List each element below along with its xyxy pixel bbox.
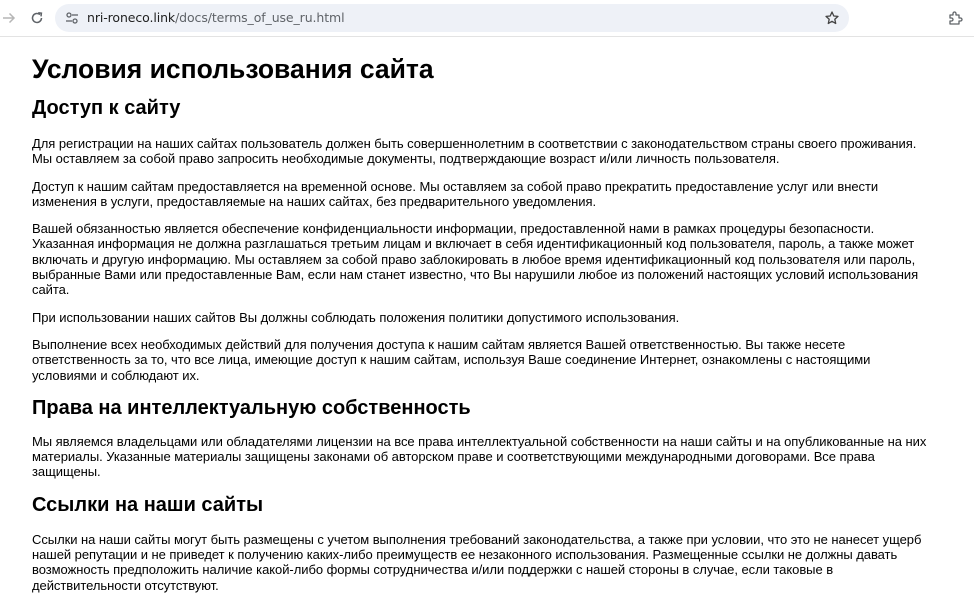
reload-icon	[31, 12, 43, 24]
arrow-right-icon	[3, 12, 16, 24]
star-icon	[825, 11, 839, 25]
section-heading-intellectual-property: Права на интеллектуальную собственность	[32, 396, 471, 419]
access-paragraph-4: При использовании наших сайтов Вы должны…	[32, 309, 680, 325]
access-paragraph-3: Вашей обязанностью является обеспечение …	[32, 221, 919, 298]
browser-toolbar: nri-roneco.link/docs/terms_of_use_ru.htm…	[0, 0, 974, 37]
extensions-button[interactable]	[942, 5, 968, 31]
access-paragraph-5: Выполнение всех необходимых действий для…	[32, 336, 871, 383]
url-text[interactable]: nri-roneco.link/docs/terms_of_use_ru.htm…	[87, 10, 345, 26]
reload-button[interactable]	[24, 5, 50, 31]
puzzle-icon	[949, 11, 963, 25]
forward-button[interactable]	[0, 5, 22, 31]
site-info-icon[interactable]	[63, 9, 81, 27]
url-host: nri-roneco.link	[87, 10, 176, 25]
access-paragraph-1: Для регистрации на наших сайтах пользова…	[32, 136, 917, 167]
bookmark-star-button[interactable]	[819, 5, 845, 31]
address-bar[interactable]: nri-roneco.link/docs/terms_of_use_ru.htm…	[55, 4, 849, 32]
links-paragraph-1: Ссылки на наши сайты могут быть размещен…	[32, 531, 922, 593]
section-heading-access: Доступ к сайту	[32, 97, 181, 119]
access-paragraph-2: Доступ к нашим сайтам предоставляется на…	[32, 178, 879, 209]
url-path: /docs/terms_of_use_ru.html	[175, 10, 345, 25]
section-heading-links: Ссылки на наши сайты	[32, 493, 264, 516]
page-content: Условия использования сайта Доступ к сай…	[32, 37, 937, 593]
ip-paragraph-1: Мы являемся владельцами или обладателями…	[32, 433, 927, 480]
page-title: Условия использования сайта	[32, 54, 434, 84]
